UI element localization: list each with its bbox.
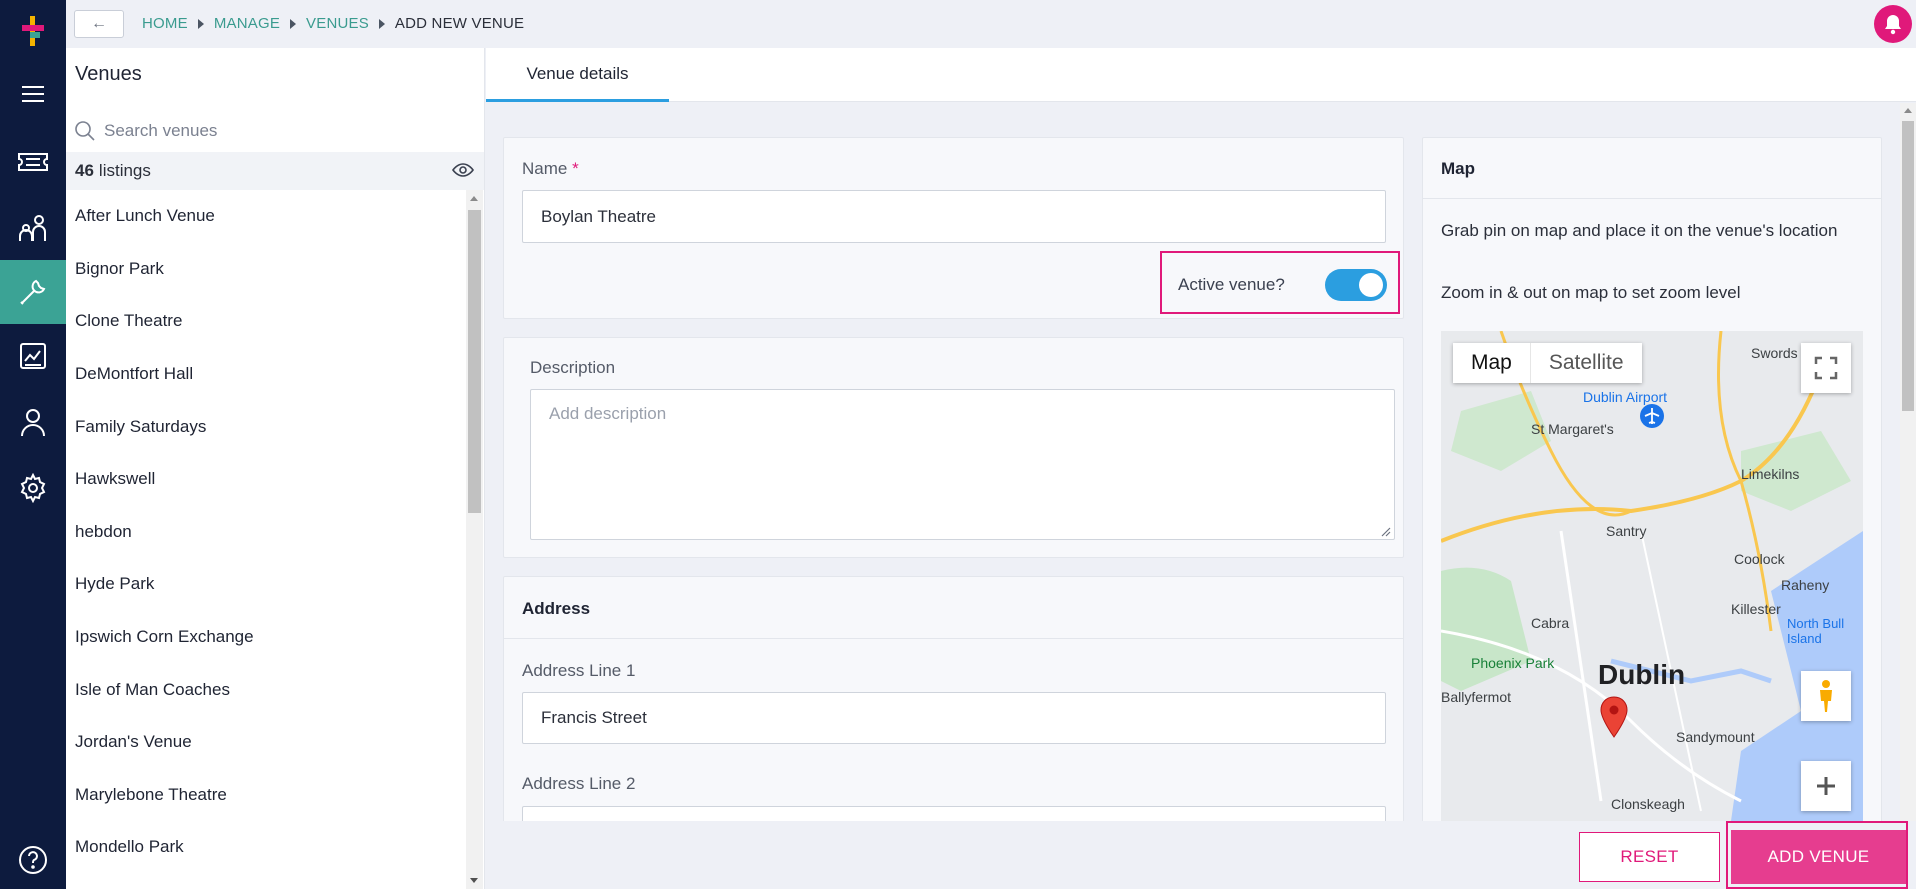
active-venue-label: Active venue? bbox=[1178, 275, 1285, 294]
address-title: Address bbox=[522, 599, 591, 618]
list-item[interactable]: After Lunch Venue bbox=[66, 190, 466, 243]
venue-list-panel: Venues 46 listings After Lunch Venue Big… bbox=[66, 48, 485, 889]
name-field[interactable]: Boylan Theatre bbox=[522, 190, 1386, 243]
airport-icon bbox=[1640, 404, 1664, 428]
tab-bar: Venue details bbox=[486, 48, 1916, 102]
breadcrumb-caret-icon bbox=[290, 18, 297, 29]
breadcrumb-caret-icon bbox=[197, 18, 204, 29]
map-place-label: Coolock bbox=[1734, 551, 1785, 567]
scroll-thumb[interactable] bbox=[1902, 121, 1914, 411]
reset-button[interactable]: RESET bbox=[1579, 832, 1720, 882]
list-item[interactable]: Marylebone Theatre bbox=[66, 769, 466, 822]
list-item[interactable]: hebdon bbox=[66, 506, 466, 559]
map-place-label: Ballyfermot bbox=[1441, 689, 1512, 705]
search-row bbox=[66, 112, 484, 150]
left-nav-rail bbox=[0, 0, 66, 889]
fullscreen-icon[interactable] bbox=[1801, 343, 1851, 393]
breadcrumb: HOME MANAGE VENUES ADD NEW VENUE bbox=[142, 15, 524, 32]
description-textarea[interactable]: Add description bbox=[530, 389, 1395, 540]
street-view-pegman-icon[interactable] bbox=[1801, 671, 1851, 721]
map-place-label: Santry bbox=[1606, 523, 1647, 539]
scroll-down-icon[interactable] bbox=[470, 878, 478, 883]
location-pin-icon[interactable] bbox=[1598, 695, 1630, 739]
map-type-satellite-button[interactable]: Satellite bbox=[1531, 343, 1642, 383]
scroll-up-icon[interactable] bbox=[1904, 108, 1912, 113]
reports-icon[interactable] bbox=[0, 324, 66, 388]
list-item[interactable]: Ipswich Corn Exchange bbox=[66, 611, 466, 664]
map-place-label: St Margaret's bbox=[1531, 421, 1614, 437]
app-logo[interactable] bbox=[20, 14, 46, 48]
notifications-bell-icon[interactable] bbox=[1874, 5, 1912, 43]
listing-count-row: 46 listings bbox=[66, 152, 484, 190]
top-bar: ← HOME MANAGE VENUES ADD NEW VENUE bbox=[66, 0, 1916, 48]
back-button[interactable]: ← bbox=[74, 10, 124, 38]
map-place-label: Clonskeagh bbox=[1611, 796, 1685, 812]
scroll-up-icon[interactable] bbox=[470, 196, 478, 201]
manage-tools-icon[interactable] bbox=[0, 260, 66, 324]
breadcrumb-home[interactable]: HOME bbox=[142, 15, 188, 32]
breadcrumb-current: ADD NEW VENUE bbox=[394, 15, 525, 32]
panel-title: Venues bbox=[75, 63, 142, 85]
settings-gear-icon[interactable] bbox=[0, 456, 66, 520]
map-place-label: Killester bbox=[1731, 601, 1781, 617]
list-item[interactable]: Family Saturdays bbox=[66, 400, 466, 453]
eye-icon[interactable] bbox=[452, 162, 474, 178]
address-line2-label: Address Line 2 bbox=[522, 774, 636, 793]
address-divider bbox=[504, 638, 1403, 639]
breadcrumb-caret-icon bbox=[378, 18, 385, 29]
list-item[interactable]: Isle of Man Coaches bbox=[66, 663, 466, 716]
map-place-label: Cabra bbox=[1531, 615, 1570, 631]
resize-handle-icon[interactable] bbox=[1381, 527, 1391, 537]
audience-icon[interactable] bbox=[0, 196, 66, 260]
map-place-label: Sandymount bbox=[1676, 729, 1755, 745]
map-city-label: Dublin bbox=[1598, 659, 1686, 690]
map-type-control: Map Satellite bbox=[1453, 343, 1642, 383]
search-input[interactable] bbox=[104, 121, 434, 141]
list-item[interactable]: Jordan's Venue bbox=[66, 716, 466, 769]
tab-venue-details[interactable]: Venue details bbox=[486, 48, 669, 102]
listing-word: listings bbox=[98, 161, 151, 180]
venue-list: After Lunch Venue Bignor Park Clone Thea… bbox=[66, 190, 466, 874]
map-zoom-help-text: Zoom in & out on map to set zoom level bbox=[1441, 283, 1741, 302]
list-item[interactable]: Clone Theatre bbox=[66, 295, 466, 348]
description-label: Description bbox=[530, 358, 616, 377]
map-divider bbox=[1423, 198, 1881, 199]
map-place-label: Swords bbox=[1751, 345, 1798, 361]
name-label: Name * bbox=[522, 159, 579, 178]
map-place-label: Raheny bbox=[1781, 577, 1830, 593]
user-icon[interactable] bbox=[0, 390, 66, 454]
zoom-in-button[interactable] bbox=[1801, 761, 1851, 811]
list-item[interactable]: Bignor Park bbox=[66, 243, 466, 296]
ticket-icon[interactable] bbox=[0, 130, 66, 194]
list-scrollbar[interactable] bbox=[466, 190, 483, 889]
scroll-thumb[interactable] bbox=[468, 210, 481, 513]
menu-icon[interactable] bbox=[0, 62, 66, 126]
active-venue-toggle[interactable] bbox=[1325, 269, 1387, 301]
venue-map[interactable]: Dublin Airport St Margaret's Swords Sant… bbox=[1441, 331, 1863, 821]
map-place-label: Limekilns bbox=[1741, 466, 1800, 482]
list-item[interactable]: DeMontfort Hall bbox=[66, 348, 466, 401]
add-venue-button[interactable]: ADD VENUE bbox=[1731, 830, 1906, 884]
map-title: Map bbox=[1441, 159, 1475, 178]
list-item[interactable]: Hawkswell bbox=[66, 453, 466, 506]
map-help-text: Grab pin on map and place it on the venu… bbox=[1441, 221, 1838, 240]
toggle-knob bbox=[1359, 273, 1383, 297]
main-scrollbar[interactable] bbox=[1900, 103, 1916, 821]
search-icon bbox=[75, 121, 95, 141]
help-icon[interactable] bbox=[0, 828, 66, 889]
map-place-label: Phoenix Park bbox=[1471, 655, 1555, 671]
list-item[interactable]: Hyde Park bbox=[66, 558, 466, 611]
breadcrumb-manage[interactable]: MANAGE bbox=[214, 15, 280, 32]
listing-count: 46 bbox=[75, 161, 94, 180]
arrow-left-icon: ← bbox=[91, 15, 107, 32]
address-line1-field[interactable]: Francis Street bbox=[522, 692, 1386, 744]
map-type-map-button[interactable]: Map bbox=[1453, 343, 1531, 383]
list-item[interactable]: Mondello Park bbox=[66, 821, 466, 874]
map-place-label: North Bull Island bbox=[1787, 616, 1845, 646]
required-asterisk: * bbox=[572, 159, 579, 178]
address-line1-label: Address Line 1 bbox=[522, 661, 636, 680]
breadcrumb-venues[interactable]: VENUES bbox=[306, 15, 369, 32]
